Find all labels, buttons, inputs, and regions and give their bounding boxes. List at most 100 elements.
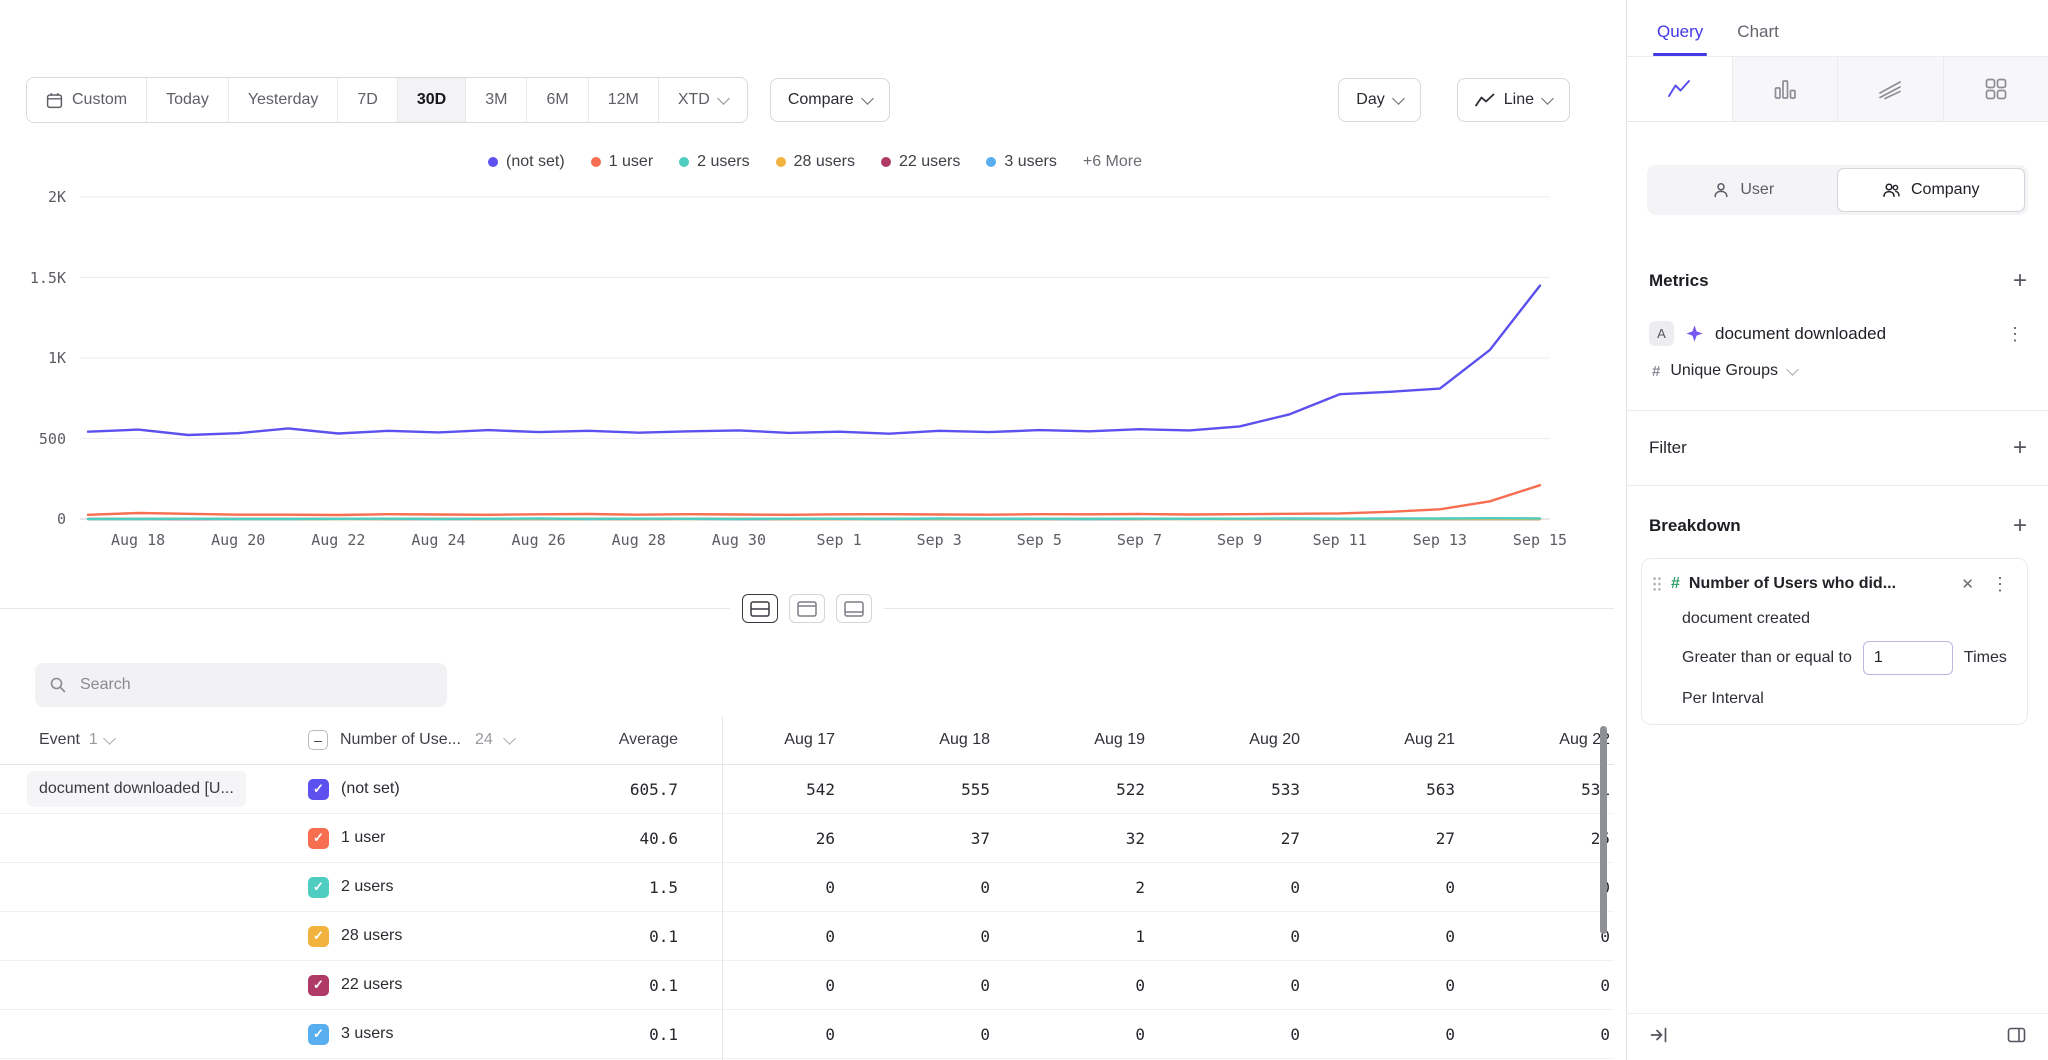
select-all-checkbox[interactable]: – (308, 730, 328, 750)
view-toggle-group (730, 594, 884, 623)
vertical-scrollbar[interactable] (1600, 726, 1607, 934)
series-checkbox[interactable]: ✓ (308, 1024, 329, 1045)
condition-label[interactable]: Greater than or equal to (1682, 649, 1852, 667)
x-axis-labels: Aug 18Aug 20Aug 22Aug 24Aug 26Aug 28Aug … (0, 523, 1614, 551)
chart-table-divider (0, 608, 1614, 609)
date-column-header[interactable]: Aug 22 (1475, 731, 1614, 749)
chevron-down-icon (1786, 363, 1799, 376)
legend-item[interactable]: 22 users (881, 153, 960, 171)
date-column-header[interactable]: Aug 19 (1010, 731, 1165, 749)
x-axis-tick-label: Aug 26 (512, 531, 566, 549)
add-breakdown-button[interactable]: + (2013, 514, 2027, 538)
drag-handle-icon[interactable] (1652, 576, 1662, 592)
range-3m-button[interactable]: 3M (466, 78, 527, 122)
chart-type-bar-button[interactable] (1733, 57, 1839, 121)
compare-label: Compare (788, 91, 854, 109)
legend-item[interactable]: 1 user (591, 153, 653, 171)
date-column-header[interactable]: Aug 20 (1165, 731, 1320, 749)
chart-type-button[interactable]: Line (1457, 78, 1570, 122)
chart-type-line-button[interactable] (1627, 57, 1733, 121)
event-count: 1 (89, 731, 98, 749)
view-table-only-button[interactable] (836, 594, 872, 623)
value-cell: 0 (700, 1025, 855, 1044)
value-cell: 0 (700, 927, 855, 946)
legend-item[interactable]: (not set) (488, 153, 565, 171)
view-chart-only-button[interactable] (789, 594, 825, 623)
remove-breakdown-button[interactable]: ✕ (1957, 573, 1978, 595)
times-value-input[interactable] (1863, 641, 1953, 675)
value-cell: 0 (1165, 927, 1320, 946)
value-cell: 0 (1475, 878, 1614, 897)
range-7d-button[interactable]: 7D (338, 78, 397, 122)
date-column-header[interactable]: Aug 17 (700, 731, 855, 749)
legend-item[interactable]: 3 users (986, 153, 1056, 171)
collapse-panel-button[interactable] (1649, 1025, 1669, 1050)
range-30d-button[interactable]: 30D (398, 78, 466, 122)
x-axis-tick-label: Aug 18 (111, 531, 165, 549)
chevron-down-icon (717, 92, 730, 105)
series-cell: ✓3 users (308, 1024, 534, 1045)
breakdown-event-name[interactable]: document created (1682, 610, 2013, 628)
value-cell: 0 (855, 927, 1010, 946)
breakdown-title[interactable]: Number of Users who did... (1689, 575, 1949, 593)
series-label: 2 users (341, 878, 393, 896)
tab-query[interactable]: Query (1657, 22, 1703, 56)
range-yesterday-button[interactable]: Yesterday (229, 78, 339, 122)
legend-item[interactable]: 2 users (679, 153, 749, 171)
collapse-right-icon (1649, 1025, 1669, 1045)
date-column-header[interactable]: Aug 18 (855, 731, 1010, 749)
series-label: 22 users (341, 976, 402, 994)
series-checkbox[interactable]: ✓ (308, 877, 329, 898)
range-6m-button[interactable]: 6M (527, 78, 588, 122)
per-interval-label[interactable]: Per Interval (1682, 690, 2013, 708)
entity-user-button[interactable]: User (1650, 168, 1837, 212)
view-split-button[interactable] (742, 594, 778, 623)
range-custom-button[interactable]: Custom (27, 78, 147, 122)
range-label: Yesterday (248, 91, 319, 109)
breakdown-item-header: # Number of Users who did... ✕ ⋮ (1652, 573, 2013, 595)
series-checkbox[interactable]: ✓ (308, 779, 329, 800)
value-cell: 531 (1475, 780, 1614, 799)
metrics-heading: Metrics (1649, 271, 1709, 291)
interval-button[interactable]: Day (1338, 78, 1420, 122)
compare-button[interactable]: Compare (770, 78, 890, 122)
entity-toggle: User Company (1647, 165, 2028, 215)
value-cell: 0 (1165, 1025, 1320, 1044)
side-panel-toggle-button[interactable] (2007, 1026, 2026, 1049)
x-axis-tick-label: Sep 11 (1313, 531, 1367, 549)
event-column-header[interactable]: Event 1 (0, 731, 308, 749)
series-checkbox[interactable]: ✓ (308, 926, 329, 947)
date-column-header[interactable]: Aug 21 (1320, 731, 1475, 749)
average-value-cell: 605.7 (534, 780, 700, 799)
value-cell: 533 (1165, 780, 1320, 799)
entity-company-button[interactable]: Company (1837, 168, 2026, 212)
search-input[interactable] (78, 675, 433, 695)
value-cell: 32 (1010, 829, 1165, 848)
range-12m-button[interactable]: 12M (589, 78, 659, 122)
filter-section-header: Filter + (1627, 411, 2048, 486)
average-column-header[interactable]: Average (534, 731, 700, 749)
add-metric-button[interactable]: + (2013, 269, 2027, 293)
series-checkbox[interactable]: ✓ (308, 975, 329, 996)
toolbar: Custom Today Yesterday 7D 30D 3M 6M 12M … (26, 78, 1570, 122)
series-cell: ✓ 2 users (308, 877, 534, 898)
range-xtd-button[interactable]: XTD (659, 78, 747, 122)
range-today-button[interactable]: Today (147, 78, 229, 122)
chart-type-stacked-button[interactable] (1838, 57, 1944, 121)
legend-item[interactable]: 28 users (776, 153, 855, 171)
tab-chart-label: Chart (1737, 22, 1779, 41)
table-header-row: Event 1 – Number of Use... 24 Average Au… (0, 716, 1614, 765)
add-filter-button[interactable]: + (2013, 436, 2027, 460)
breakdown-menu-button[interactable]: ⋮ (1987, 573, 2013, 595)
breakdown-column-header[interactable]: – Number of Use... 24 (308, 730, 534, 750)
legend-more-link[interactable]: +6 More (1083, 153, 1142, 171)
series-checkbox[interactable]: ✓ (308, 828, 329, 849)
legend-color-dot (986, 157, 996, 167)
metric-item[interactable]: A document downloaded ⋮ # Unique Groups (1649, 321, 2028, 380)
metric-menu-button[interactable]: ⋮ (2002, 323, 2028, 345)
value-cell: 0 (1475, 976, 1614, 995)
event-row-label[interactable]: document downloaded [U... (27, 771, 246, 807)
chart-type-metric-button[interactable] (1944, 57, 2048, 121)
legend-color-dot (881, 157, 891, 167)
tab-chart[interactable]: Chart (1737, 22, 1779, 56)
